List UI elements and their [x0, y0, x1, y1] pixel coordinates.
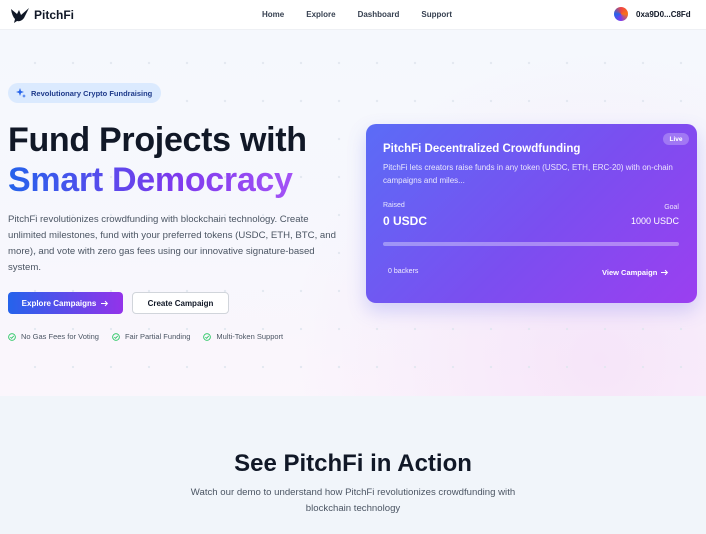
hero-badge: Revolutionary Crypto Fundraising — [8, 83, 162, 103]
nav-link-home[interactable]: Home — [262, 10, 284, 19]
campaign-card[interactable]: Live PitchFi Decentralized Crowdfunding … — [366, 124, 697, 303]
hero-badge-label: Revolutionary Crypto Fundraising — [31, 88, 153, 98]
arrow-right-icon — [661, 269, 669, 276]
hero-section: Revolutionary Crypto Fundraising Fund Pr… — [0, 30, 706, 396]
create-campaign-label: Create Campaign — [147, 298, 214, 308]
feature-item: Fair Partial Funding — [112, 332, 190, 341]
sparkle-icon — [16, 88, 26, 98]
demo-section-subtitle: Watch our demo to understand how PitchFi… — [190, 487, 516, 514]
backers-count: 0 backers — [388, 268, 419, 275]
brand-logo[interactable]: PitchFi — [10, 6, 74, 24]
feature-item: No Gas Fees for Voting — [8, 332, 99, 341]
feature-label: No Gas Fees for Voting — [21, 332, 99, 341]
top-navbar: PitchFi Home Explore Dashboard Support 0… — [0, 0, 706, 30]
nav-link-support[interactable]: Support — [421, 10, 452, 19]
explore-campaigns-label: Explore Campaigns — [21, 298, 97, 308]
feature-list: No Gas Fees for Voting Fair Partial Fund… — [8, 332, 283, 341]
campaign-description: PitchFi lets creators raise funds in any… — [383, 163, 673, 185]
status-badge: Live — [663, 133, 689, 145]
check-circle-icon — [112, 332, 120, 341]
nav-link-dashboard[interactable]: Dashboard — [358, 10, 400, 19]
feature-label: Multi-Token Support — [216, 332, 284, 341]
raised-label: Raised — [383, 202, 405, 209]
hero-description: PitchFi revolutionizes crowdfunding with… — [8, 214, 336, 273]
demo-section: See PitchFi in Action Watch our demo to … — [0, 396, 706, 534]
nav-links: Home Explore Dashboard Support — [262, 10, 452, 19]
campaign-title: PitchFi Decentralized Crowdfunding — [383, 143, 581, 155]
funding-progress-bar — [383, 242, 679, 246]
arrow-right-icon — [101, 300, 109, 306]
brand-name: PitchFi — [34, 8, 75, 22]
wallet-address: 0xa9D0...C8Fd — [636, 9, 691, 19]
raised-value: 0 USDC — [383, 214, 428, 228]
hero-title: Fund Projects with Smart Democracy — [8, 120, 307, 200]
wallet-avatar — [614, 7, 628, 21]
hero-title-line1: Fund Projects with — [8, 121, 307, 159]
goal-value: 1000 USDC — [630, 216, 679, 226]
feature-item: Multi-Token Support — [203, 332, 283, 341]
create-campaign-button[interactable]: Create Campaign — [132, 292, 229, 314]
view-campaign-link[interactable]: View Campaign — [602, 268, 669, 277]
check-circle-icon — [203, 332, 212, 341]
view-campaign-label: View Campaign — [602, 268, 658, 277]
hero-title-line2: Smart Democracy — [8, 160, 307, 200]
feature-label: Fair Partial Funding — [124, 332, 191, 341]
bird-logo-icon — [11, 8, 29, 23]
wallet-button[interactable]: 0xa9D0...C8Fd — [614, 7, 691, 21]
check-circle-icon — [8, 332, 16, 341]
explore-campaigns-button[interactable]: Explore Campaigns — [8, 292, 123, 314]
demo-section-title: See PitchFi in Action — [234, 450, 472, 477]
goal-label: Goal — [664, 204, 679, 211]
nav-link-explore[interactable]: Explore — [306, 10, 335, 19]
